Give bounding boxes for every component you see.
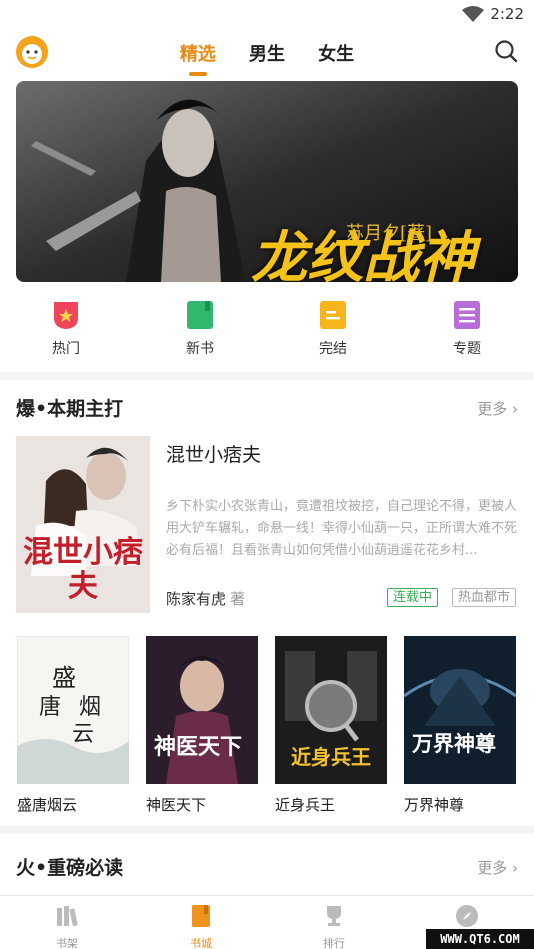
bottom-nav-label: 书架 <box>56 937 78 949</box>
trophy-icon <box>327 906 341 926</box>
tab-featured[interactable]: 精选 <box>180 40 216 76</box>
compass-icon <box>456 905 478 927</box>
search-icon[interactable] <box>494 39 518 63</box>
category-hot[interactable]: 热门 <box>26 296 106 358</box>
chevron-right-icon: › <box>512 400 518 418</box>
book-name: 盛唐烟云 <box>17 796 78 814</box>
status-badge: 连载中 <box>387 588 439 607</box>
svg-text:唐: 唐 <box>39 695 61 720</box>
section-title-main: 爆•本期主打 <box>16 398 124 420</box>
category-finished-label: 完结 <box>319 341 347 357</box>
promo-banner[interactable]: 龙纹战神 苏月夕[著] <box>16 81 518 282</box>
featured-book-title: 混世小痞夫 <box>166 444 262 466</box>
featured-book[interactable]: 混世小痞夫 混世小痞夫 乡下朴实小农张青山，竟遭祖坟被挖，自己理论不得，更被人用… <box>16 436 518 614</box>
featured-cover-title: 混世小痞夫 <box>23 535 143 604</box>
book-cover: 万界神尊 <box>404 636 516 784</box>
bottom-nav-ranking[interactable]: 排行 <box>267 896 401 949</box>
book-name: 万界神尊 <box>404 796 465 814</box>
book-item[interactable]: 神医天下 神医天下 <box>146 636 258 815</box>
svg-text:近身兵王: 近身兵王 <box>291 745 371 769</box>
svg-text:万界神尊: 万界神尊 <box>411 732 496 756</box>
more-link-main[interactable]: 更多 › <box>477 398 518 419</box>
more-link-must-read[interactable]: 更多 › <box>477 857 518 878</box>
status-time: 2:22 <box>490 5 524 23</box>
tab-male[interactable]: 男生 <box>249 40 285 66</box>
book-cover: 盛 唐 烟 云 <box>17 636 129 784</box>
featured-book-cover: 混世小痞夫 <box>16 436 150 613</box>
book-cover: 近身兵王 <box>275 636 387 784</box>
new-book-icon <box>185 300 215 330</box>
bookshelf-icon <box>57 906 78 927</box>
bookstore-icon <box>192 905 210 927</box>
tab-female[interactable]: 女生 <box>318 40 354 66</box>
section-divider <box>0 826 534 834</box>
watermark: WWW.QT6.COM <box>426 929 534 949</box>
bottom-nav-label: 书城 <box>190 937 212 949</box>
book-name: 近身兵王 <box>275 796 336 814</box>
featured-book-description: 乡下朴实小农张青山，竟遭祖坟被挖，自己理论不得，更被人用大铲车辗轧，命悬一线！幸… <box>166 499 518 558</box>
svg-text:云: 云 <box>72 722 94 747</box>
status-bar: 2:22 <box>0 0 534 30</box>
category-finished[interactable]: 完结 <box>293 296 373 358</box>
category-new-label: 新书 <box>186 341 214 357</box>
svg-text:盛: 盛 <box>52 664 76 692</box>
section-title-must-read: 火•重磅必读 <box>16 857 124 879</box>
svg-text:烟: 烟 <box>79 695 101 720</box>
bottom-nav-bookstore[interactable]: 书城 <box>134 896 268 949</box>
category-new[interactable]: 新书 <box>160 296 240 358</box>
category-hot-label: 热门 <box>52 341 80 357</box>
banner-artwork <box>16 81 518 282</box>
category-topic[interactable]: 专题 <box>427 296 507 358</box>
book-cover: 神医天下 <box>146 636 258 784</box>
category-topic-label: 专题 <box>453 341 481 357</box>
book-item[interactable]: 近身兵王 近身兵王 <box>275 636 387 815</box>
book-name: 神医天下 <box>146 796 207 814</box>
svg-text:神医天下: 神医天下 <box>154 734 242 760</box>
bottom-nav-bookshelf[interactable]: 书架 <box>0 896 134 949</box>
section-divider <box>0 372 534 380</box>
section-header-must-read: 火•重磅必读 更多 › <box>16 853 518 883</box>
chevron-right-icon: › <box>512 859 518 877</box>
bottom-nav-label: 排行 <box>323 937 345 949</box>
hot-badge-icon <box>51 300 81 330</box>
top-nav: 精选 男生 女生 <box>0 30 534 76</box>
wifi-icon <box>462 6 484 22</box>
finished-icon <box>318 300 348 330</box>
genre-badge: 热血都市 <box>452 588 517 607</box>
book-item[interactable]: 万界神尊 万界神尊 <box>404 636 516 815</box>
featured-book-author: 陈家有虎著 <box>166 590 246 608</box>
category-row: 热门 新书 完结 专题 <box>0 296 534 364</box>
section-header-main: 爆•本期主打 更多 › <box>16 394 518 424</box>
topic-list-icon <box>452 300 482 330</box>
book-item[interactable]: 盛 唐 烟 云 盛唐烟云 <box>17 636 129 815</box>
